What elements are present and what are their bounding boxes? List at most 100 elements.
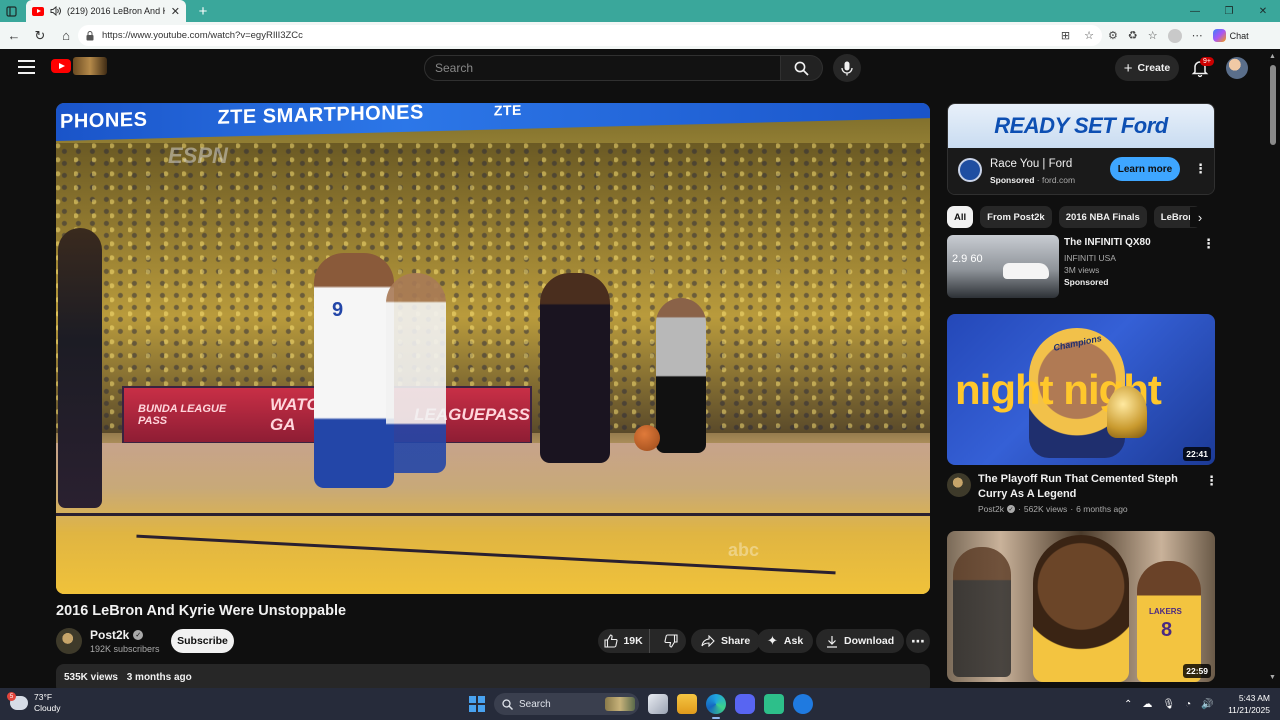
- learn-more-button[interactable]: Learn more: [1110, 157, 1180, 181]
- tab-actions-button[interactable]: [0, 0, 22, 22]
- weather-temp: 73°F: [34, 692, 53, 702]
- minimize-icon[interactable]: —: [1178, 0, 1212, 22]
- browser-essentials-icon[interactable]: ♻: [1128, 29, 1138, 42]
- scroll-up-icon[interactable]: ▲: [1269, 53, 1276, 60]
- download-label: Download: [844, 635, 895, 647]
- chevron-right-icon[interactable]: ›: [1190, 207, 1210, 227]
- share-label: Share: [721, 635, 751, 647]
- windows-start-icon[interactable]: [469, 696, 485, 712]
- file-explorer-icon[interactable]: [677, 694, 697, 714]
- youtube-doodle-icon[interactable]: [73, 57, 107, 75]
- share-button[interactable]: Share: [691, 629, 761, 653]
- address-bar[interactable]: https://www.youtube.com/watch?v=egyRIlI3…: [78, 25, 1102, 46]
- search-button[interactable]: [781, 55, 823, 81]
- favorites-icon[interactable]: ☆: [1148, 29, 1158, 42]
- app-icon[interactable]: [764, 694, 784, 714]
- maximize-icon[interactable]: ❐: [1212, 0, 1246, 22]
- filter-chips: All From Post2k 2016 NBA Finals LeBron: [947, 206, 1215, 228]
- close-tab-icon[interactable]: ✕: [171, 5, 180, 18]
- download-icon: [827, 635, 837, 648]
- search-input[interactable]: [424, 55, 781, 81]
- ad-body: Race You | Ford Sponsored · ford.com Lea…: [948, 148, 1214, 194]
- copilot-icon: [1212, 29, 1226, 42]
- video-frame-player-warriors: [314, 253, 394, 488]
- more-actions-icon[interactable]: ⋯: [906, 629, 930, 653]
- cloud-sync-icon[interactable]: ☁: [1142, 699, 1152, 710]
- settings-more-icon[interactable]: ⋯: [1192, 29, 1203, 42]
- wifi-icon[interactable]: ◔: [1185, 699, 1191, 710]
- video-player[interactable]: PHONES ZTE SMARTPHONES ZTE ESPN BUNDA LE…: [56, 103, 930, 594]
- taskbar-search[interactable]: Search: [494, 693, 639, 715]
- sponsored-ad-card[interactable]: READY SET Ford Race You | Ford Sponsored…: [947, 103, 1215, 195]
- rec-separator: ·: [1018, 504, 1021, 514]
- rec-age: 6 months ago: [1076, 504, 1128, 514]
- chip-from-post2k[interactable]: From Post2k: [980, 206, 1052, 228]
- account-avatar[interactable]: [1226, 57, 1248, 79]
- back-icon[interactable]: ←: [2, 24, 26, 48]
- taskbar-clock[interactable]: 5:43 AM 11/21/2025: [1226, 692, 1270, 716]
- refresh-icon[interactable]: ↻: [28, 24, 52, 48]
- new-tab-button[interactable]: +: [192, 0, 214, 22]
- recommended-video-more-icon[interactable]: ⋮: [1205, 473, 1218, 489]
- chip-all[interactable]: All: [947, 206, 974, 228]
- sponsored-video-thumbnail[interactable]: 2.9 60: [947, 235, 1059, 298]
- search-icon: [794, 61, 809, 76]
- channel-avatar[interactable]: [947, 473, 971, 497]
- copilot-chat-button[interactable]: Chat: [1212, 29, 1249, 42]
- chevron-up-icon[interactable]: ⌃: [1124, 699, 1132, 710]
- scroll-down-icon[interactable]: ▼: [1269, 674, 1276, 681]
- volume-icon[interactable]: 🔊: [1201, 699, 1213, 710]
- voice-search-button[interactable]: [833, 54, 861, 82]
- edge-browser-icon[interactable]: [706, 694, 726, 714]
- youtube-favicon-icon: [32, 6, 44, 16]
- sponsored-video-title[interactable]: The INFINITI QX80: [1064, 237, 1151, 248]
- close-window-icon[interactable]: ✕: [1246, 0, 1280, 22]
- channel-name-text[interactable]: Post2k: [90, 628, 129, 642]
- ad-title[interactable]: Race You | Ford: [990, 158, 1072, 170]
- youtube-header: + Create 9+: [0, 49, 1266, 87]
- subscribe-button[interactable]: Subscribe: [171, 629, 234, 653]
- profile-icon[interactable]: [1167, 28, 1182, 43]
- task-view-icon[interactable]: [648, 694, 668, 714]
- download-button[interactable]: Download: [816, 629, 905, 653]
- recommended-video-thumbnail[interactable]: LAKERS 8 22:59: [947, 531, 1215, 682]
- channel-name[interactable]: Post2k ✓: [90, 628, 144, 642]
- ad-more-options-icon[interactable]: ⋮: [1194, 161, 1207, 177]
- recommended-video-thumbnail[interactable]: Champions night night 22:41: [947, 314, 1215, 465]
- favorite-star-icon[interactable]: ☆: [1084, 29, 1094, 42]
- channel-avatar[interactable]: [56, 628, 82, 654]
- menu-icon[interactable]: [18, 60, 35, 74]
- discord-icon[interactable]: [735, 694, 755, 714]
- ask-button[interactable]: ✦ Ask: [757, 629, 814, 653]
- weather-text: 73°F Cloudy: [34, 692, 60, 714]
- ad-banner-image[interactable]: READY SET Ford: [948, 104, 1214, 148]
- basketball-icon: [634, 425, 660, 451]
- chip-2016-nba-finals[interactable]: 2016 NBA Finals: [1058, 206, 1147, 228]
- scroll-thumb[interactable]: [1270, 65, 1276, 145]
- recommended-video-title[interactable]: The Playoff Run That Cemented Steph Curr…: [978, 472, 1198, 502]
- ad-sponsor-line: Sponsored · ford.com: [990, 175, 1076, 185]
- speaker-icon[interactable]: [50, 6, 61, 16]
- home-icon[interactable]: ⌂: [54, 24, 78, 48]
- ford-logo-icon[interactable]: [958, 158, 982, 182]
- extensions-icon[interactable]: ⚙: [1108, 29, 1118, 42]
- sparkle-icon: ✦: [767, 633, 778, 648]
- create-button[interactable]: + Create: [1115, 55, 1179, 81]
- search-bar: [424, 55, 824, 81]
- app-available-icon[interactable]: ⊞: [1061, 29, 1070, 42]
- browser-tab-active[interactable]: (219) 2016 LeBron And Kyrie ✕: [26, 0, 186, 22]
- like-button[interactable]: 19K: [598, 629, 651, 653]
- video-frame-led-banner: PHONES ZTE SMARTPHONES ZTE: [56, 103, 930, 141]
- youtube-logo-icon[interactable]: [51, 59, 71, 73]
- rec-channel[interactable]: Post2k: [978, 504, 1004, 514]
- weather-widget[interactable]: 5 73°F Cloudy: [7, 692, 60, 714]
- search-highlight-icon: [605, 697, 635, 711]
- dislike-button[interactable]: [656, 629, 686, 653]
- microphone-tray-icon[interactable]: 🎙: [1162, 699, 1175, 710]
- sponsored-video-item[interactable]: 2.9 60 The INFINITI QX80 INFINITI USA 3M…: [947, 235, 1215, 299]
- page-scrollbar[interactable]: ▲ ▼: [1266, 49, 1280, 685]
- sponsored-video-more-icon[interactable]: ⋮: [1202, 236, 1215, 252]
- app-icon[interactable]: [793, 694, 813, 714]
- address-bar-actions: ⊞ ☆: [1061, 29, 1094, 42]
- url-text[interactable]: https://www.youtube.com/watch?v=egyRIlI3…: [102, 30, 303, 41]
